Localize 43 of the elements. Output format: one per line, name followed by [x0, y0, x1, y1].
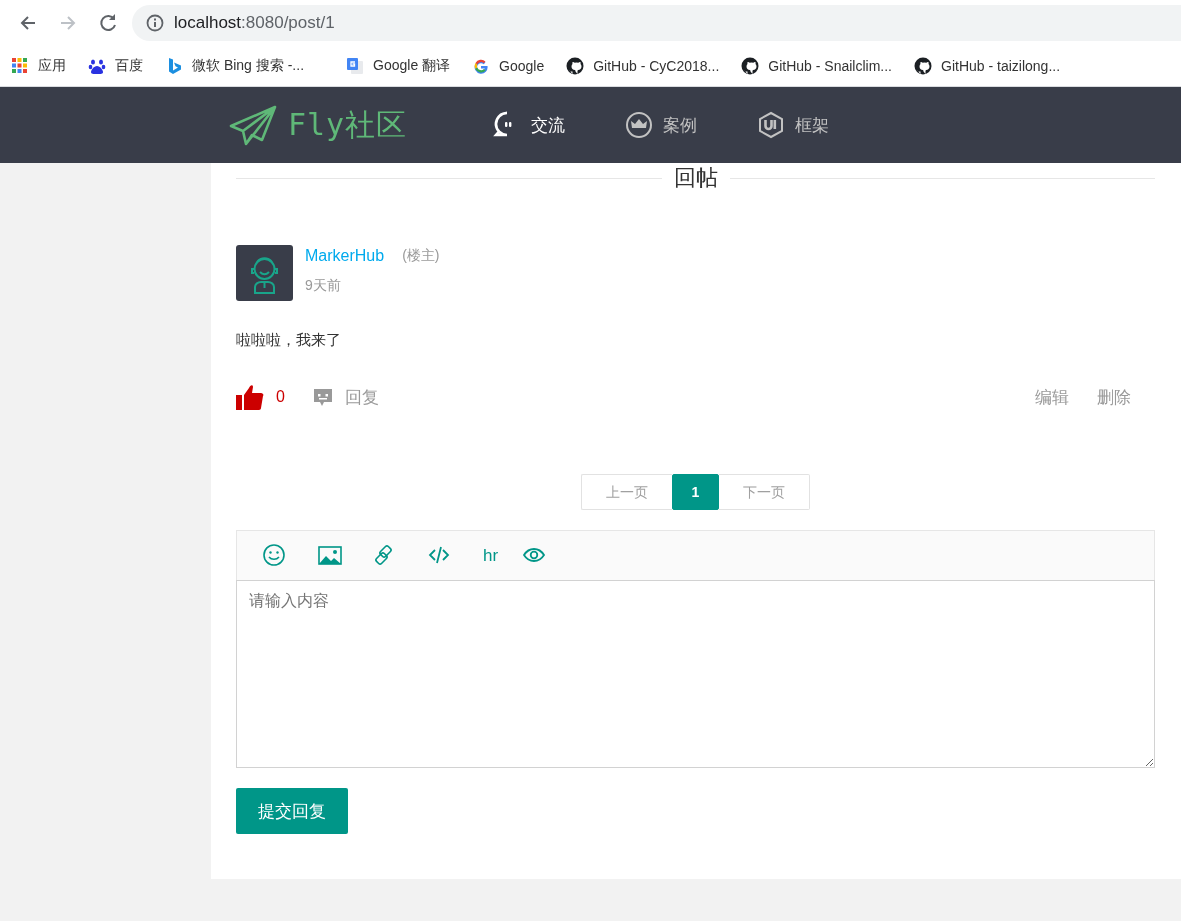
nav-link[interactable]: 案例: [625, 111, 697, 139]
paw-icon: [88, 57, 106, 75]
bookmark[interactable]: GitHub - CyC2018...: [566, 57, 720, 75]
ui-hexagon-icon: [757, 111, 785, 139]
logo-text: Fly社区: [288, 105, 408, 144]
page-number[interactable]: 1: [671, 474, 720, 510]
bookmark[interactable]: 百度: [88, 57, 143, 75]
post-time: 9天前: [305, 277, 342, 295]
author-role: (楼主): [402, 247, 440, 265]
bookmark[interactable]: Google 翻译: [346, 57, 451, 75]
google-icon: [472, 57, 491, 75]
image-tool[interactable]: [318, 543, 342, 568]
github-icon: [914, 57, 932, 75]
reload-icon: [97, 12, 119, 34]
thumbs-up-icon: [236, 384, 264, 410]
apps-icon: [11, 57, 29, 75]
github-icon: [566, 57, 585, 75]
bookmark[interactable]: 应用: [11, 57, 66, 75]
emoji-icon: [263, 543, 287, 568]
github-icon: [741, 57, 760, 75]
address-bar[interactable]: localhost:8080/post/1: [132, 5, 1181, 41]
avatar-icon: [236, 245, 293, 301]
section-title: 回帖: [672, 164, 719, 192]
reply-textarea[interactable]: 请输入内容: [236, 580, 1155, 768]
crown-icon: [625, 111, 653, 139]
like-count: 0: [276, 388, 285, 406]
bookmark[interactable]: Google: [472, 57, 545, 75]
bookmark[interactable]: GitHub - taizilong...: [914, 57, 1061, 75]
hr-tool[interactable]: hr: [483, 545, 499, 566]
url-text: localhost:8080/post/1: [174, 13, 335, 33]
info-icon: [146, 14, 164, 32]
nav-link[interactable]: 框架: [757, 111, 829, 139]
emoji-tool[interactable]: [263, 543, 287, 568]
comment-icon: [312, 387, 333, 407]
bookmark[interactable]: GitHub - Snailclim...: [741, 57, 892, 75]
translate-icon: [346, 57, 365, 75]
submit-button[interactable]: 提交回复: [236, 788, 348, 834]
paper-plane-icon: [228, 104, 278, 146]
like-button[interactable]: 0: [236, 384, 285, 410]
nav-link[interactable]: 交流: [493, 111, 565, 139]
bookmark[interactable]: 微软 Bing 搜索 -...: [165, 57, 305, 75]
image-icon: [318, 543, 342, 568]
comment-text: 啦啦啦，我来了: [236, 331, 342, 350]
